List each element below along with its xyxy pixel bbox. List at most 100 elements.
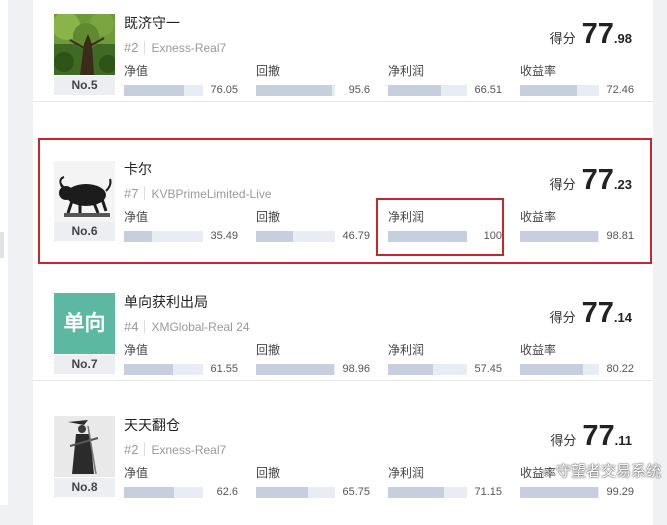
score-decimal: .11: [614, 433, 632, 448]
leaderboard-card[interactable]: No.8 天天翻仓 #2 Exness-Real7 得分 77.11 净值 62.6…: [33, 382, 653, 504]
bull-sculpture-avatar: [54, 161, 115, 222]
metric-net-value: 净值 76.05: [124, 62, 238, 98]
metric-bar: [520, 231, 599, 242]
metric-label: 回撤: [256, 64, 281, 78]
metric-bar: [388, 231, 467, 242]
metric-value: 80.22: [606, 363, 634, 375]
metric-bar-fill: [520, 487, 599, 498]
watermark-text: 守望者交易系统: [555, 463, 661, 480]
metric-value: 76.05: [210, 84, 238, 96]
divider: [144, 41, 146, 54]
metric-label: 净利润: [388, 466, 425, 480]
metric-bar: [256, 487, 335, 498]
score: 得分 77.98: [550, 18, 632, 51]
metric-value: 35.49: [210, 230, 238, 242]
metric-bar-fill: [388, 487, 445, 498]
leaderboard-panel: No.5 既济守一 #2 Exness-Real7 得分 77.98 净值 76.0…: [33, 0, 653, 525]
metric-net-profit: 净利润 57.45: [388, 341, 502, 377]
metric-return-rate: 收益率 80.22: [520, 341, 634, 377]
metric-bar-fill: [124, 364, 173, 375]
metric-value: 99.29: [606, 486, 634, 498]
score-label: 得分: [549, 177, 576, 192]
metric-bar-fill: [520, 231, 599, 242]
scroll-mark: [0, 232, 4, 258]
metric-bar-fill: [388, 85, 441, 96]
divider: [144, 187, 146, 200]
metric-return-rate: 收益率 72.46: [520, 62, 634, 98]
metric-bar: [256, 85, 335, 96]
metric-bar: [256, 364, 335, 375]
metric-bar-fill: [124, 487, 174, 498]
trader-name[interactable]: 卡尔: [124, 159, 152, 179]
account-info: #2 Exness-Real7: [124, 40, 226, 55]
metric-bar-fill: [256, 231, 294, 242]
metric-bar: [520, 85, 599, 96]
metric-drawdown: 回撤 46.79: [256, 208, 370, 244]
text-avatar: 单向: [54, 293, 115, 354]
score-integer: 77: [581, 164, 614, 196]
divider: [144, 443, 146, 456]
leaderboard-card-highlighted[interactable]: No.6 卡尔 #7 KVBPrimeLimited-Live 得分 77.23 净…: [38, 138, 652, 264]
trader-name[interactable]: 单向获利出局: [124, 292, 208, 312]
metric-bar: [124, 85, 203, 96]
metric-label: 净利润: [388, 64, 425, 78]
metric-value: 66.51: [474, 84, 502, 96]
trader-name[interactable]: 天天翻仓: [124, 415, 180, 435]
metric-label: 净值: [124, 466, 149, 480]
metric-value: 65.75: [342, 486, 370, 498]
metric-drawdown: 回撤 65.75: [256, 464, 370, 500]
metric-label: 净利润: [388, 343, 425, 357]
score: 得分 77.23: [550, 164, 632, 197]
metric-net-profit: 净利润 100: [388, 208, 502, 244]
metric-drawdown: 回撤 95.6: [256, 62, 370, 98]
score-label: 得分: [549, 310, 576, 325]
metric-label: 回撤: [256, 466, 281, 480]
score: 得分 77.11: [550, 420, 632, 453]
leaderboard-card[interactable]: No.5 既济守一 #2 Exness-Real7 得分 77.98 净值 76.0…: [33, 0, 653, 102]
metric-value: 61.55: [210, 363, 238, 375]
score-decimal: .14: [613, 310, 632, 325]
metric-label: 回撤: [256, 343, 281, 357]
metric-bar: [256, 231, 335, 242]
metric-bar: [388, 85, 467, 96]
weibo-icon: ☼: [540, 463, 553, 479]
metric-value: 95.6: [348, 84, 370, 96]
rank-badge: No.7: [54, 355, 115, 374]
metric-bar-fill: [388, 231, 467, 242]
metric-bar-fill: [124, 231, 152, 242]
account-number: #2: [124, 442, 139, 457]
metric-value: 98.96: [342, 363, 370, 375]
metric-bar: [124, 487, 203, 498]
swordsman-avatar: [54, 416, 115, 477]
score-integer: 77: [582, 420, 615, 452]
metric-bar-fill: [256, 85, 332, 96]
account-name: Exness-Real7: [151, 443, 227, 457]
metric-bar-fill: [256, 364, 335, 375]
metric-label: 净值: [124, 343, 149, 357]
account-info: #2 Exness-Real7: [124, 442, 226, 457]
metric-value: 46.79: [342, 230, 370, 242]
metric-bar-fill: [520, 364, 584, 375]
metric-net-profit: 净利润 71.15: [388, 464, 502, 500]
divider: [144, 320, 146, 333]
leaderboard-card[interactable]: 单向 No.7 单向获利出局 #4 XMGlobal-Real 24 得分 77.1…: [33, 259, 653, 381]
metric-value: 72.46: [606, 84, 634, 96]
left-edge: [0, 0, 8, 505]
metric-value: 100: [483, 230, 502, 242]
metric-bar: [124, 364, 203, 375]
metric-value: 62.6: [216, 486, 238, 498]
score-label: 得分: [550, 433, 577, 448]
metric-drawdown: 回撤 98.96: [256, 341, 370, 377]
rank-badge: No.5: [54, 76, 115, 95]
account-number: #2: [124, 40, 139, 55]
metric-bar: [520, 487, 599, 498]
account-info: #4 XMGlobal-Real 24: [124, 319, 250, 334]
metric-label: 收益率: [520, 343, 557, 357]
account-name: XMGlobal-Real 24: [151, 320, 250, 334]
metric-net-profit: 净利润 66.51: [388, 62, 502, 98]
account-number: #7: [124, 186, 139, 201]
score-decimal: .98: [613, 31, 632, 46]
metric-bar: [388, 487, 467, 498]
metric-net-value: 净值 62.6: [124, 464, 238, 500]
trader-name[interactable]: 既济守一: [124, 13, 180, 33]
